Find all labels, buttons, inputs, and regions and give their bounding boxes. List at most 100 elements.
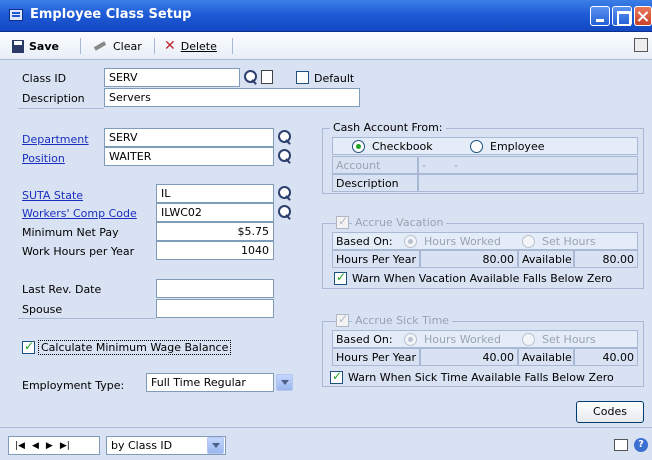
warn-sick-label: Warn When Sick Time Available Falls Belo… — [348, 371, 614, 384]
workers-comp-lookup-icon[interactable] — [277, 204, 293, 220]
vacation-available-field: 80.00 — [574, 250, 638, 268]
calc-min-wage-checkbox[interactable] — [22, 339, 35, 354]
last-record-icon[interactable]: ▶| — [60, 441, 70, 451]
warn-sick-checkbox[interactable] — [330, 369, 343, 384]
description-label: Description — [22, 92, 85, 105]
employee-radio[interactable] — [470, 140, 483, 153]
min-net-pay-label: Minimum Net Pay — [22, 226, 119, 239]
warn-vacation-checkbox[interactable] — [334, 270, 347, 285]
vacation-hours-worked-label: Hours Worked — [424, 235, 501, 248]
employee-label: Employee — [490, 140, 545, 153]
sick-available-field: 40.00 — [574, 348, 638, 366]
accrue-sick-time-checkbox[interactable] — [336, 312, 349, 327]
sick-set-hours-radio[interactable] — [522, 333, 535, 346]
department-field[interactable]: SERV — [104, 128, 274, 147]
employment-type-value: Full Time Regular — [151, 376, 246, 389]
window-app-icon — [9, 9, 23, 21]
account-description-label: Description — [332, 174, 418, 192]
divider — [18, 108, 104, 109]
codes-button[interactable]: Codes — [576, 401, 644, 423]
save-label: Save — [29, 39, 59, 53]
sick-hours-per-year-label: Hours Per Year — [332, 348, 420, 366]
employment-type-label: Employment Type: — [22, 379, 125, 392]
delete-x-icon: ✕ — [164, 38, 176, 54]
vacation-set-hours-label: Set Hours — [542, 235, 596, 248]
eraser-icon — [92, 41, 108, 51]
accrue-sick-time-title: Accrue Sick Time — [352, 314, 453, 327]
toolbar-separator — [232, 38, 233, 54]
first-record-icon[interactable]: |◀ — [15, 441, 25, 451]
sick-hours-per-year-field[interactable]: 40.00 — [420, 348, 518, 366]
workers-comp-field[interactable]: ILWC02 — [156, 203, 274, 222]
accrue-vacation-checkbox[interactable] — [336, 214, 349, 229]
save-icon — [12, 39, 24, 53]
class-id-lookup-icon[interactable] — [243, 69, 259, 85]
vacation-hours-per-year-label: Hours Per Year — [332, 250, 420, 268]
checkbook-radio[interactable] — [352, 140, 365, 153]
checkbook-label: Checkbook — [372, 140, 433, 153]
print-icon[interactable] — [634, 38, 648, 52]
vacation-based-on-label: Based On: — [336, 235, 393, 248]
toolbar: Save Clear ✕ Delete — [0, 32, 652, 60]
sick-hours-worked-radio[interactable] — [404, 333, 417, 346]
last-rev-date-label: Last Rev. Date — [22, 283, 102, 296]
employee-class-setup-window: Employee Class Setup Save Clear ✕ Delete… — [0, 0, 652, 460]
help-icon[interactable]: ? — [634, 438, 648, 452]
workers-comp-link[interactable]: Workers' Comp Code — [22, 207, 137, 220]
status-bar: |◀ ◀ ▶ ▶| by Class ID ? — [0, 427, 652, 460]
clear-label: Clear — [113, 39, 142, 53]
clear-button[interactable]: Clear — [92, 37, 142, 55]
note-icon[interactable] — [614, 439, 628, 451]
delete-label: Delete — [180, 39, 217, 53]
sort-by-value: by Class ID — [111, 439, 173, 452]
work-hours-label: Work Hours per Year — [22, 245, 135, 258]
cash-account-title: Cash Account From: — [330, 121, 446, 134]
toolbar-separator — [80, 38, 81, 54]
position-lookup-icon[interactable] — [277, 148, 293, 164]
save-button[interactable]: Save — [12, 37, 59, 55]
previous-record-icon[interactable]: ◀ — [32, 441, 39, 451]
spouse-label: Spouse — [22, 303, 63, 316]
vacation-available-label: Available — [518, 250, 574, 268]
divider — [18, 318, 156, 319]
record-navigator: |◀ ◀ ▶ ▶| — [8, 436, 100, 455]
window-title: Employee Class Setup — [30, 7, 192, 22]
default-checkbox[interactable] — [296, 71, 309, 84]
next-record-icon[interactable]: ▶ — [46, 441, 53, 451]
suta-state-field[interactable]: IL — [156, 184, 274, 203]
last-rev-date-field[interactable] — [156, 279, 274, 298]
work-hours-field[interactable]: 1040 — [156, 241, 274, 260]
account-field: - - — [418, 156, 638, 174]
class-id-label: Class ID — [22, 72, 67, 85]
chevron-down-icon[interactable] — [276, 374, 293, 391]
sick-set-hours-label: Set Hours — [542, 333, 596, 346]
description-field[interactable]: Servers — [104, 88, 360, 107]
spouse-field[interactable] — [156, 299, 274, 318]
position-link[interactable]: Position — [22, 152, 65, 165]
sick-hours-worked-label: Hours Worked — [424, 333, 501, 346]
vacation-hours-per-year-field[interactable]: 80.00 — [420, 250, 518, 268]
min-net-pay-field[interactable]: $5.75 — [156, 222, 274, 241]
main-pane: Class ID SERV Default Description Server… — [0, 61, 652, 427]
account-label: Account — [332, 156, 418, 174]
position-field[interactable]: WAITER — [104, 147, 274, 166]
department-link[interactable]: Department — [22, 133, 89, 146]
sick-available-label: Available — [518, 348, 574, 366]
chevron-down-icon[interactable] — [207, 437, 224, 454]
vacation-hours-worked-radio[interactable] — [404, 235, 417, 248]
employment-type-select[interactable]: Full Time Regular — [146, 373, 274, 392]
maximize-button[interactable] — [612, 6, 632, 26]
class-id-note-icon[interactable] — [261, 70, 273, 84]
minimize-button[interactable] — [590, 6, 610, 26]
warn-vacation-label: Warn When Vacation Available Falls Below… — [352, 272, 613, 285]
close-button[interactable] — [634, 6, 652, 26]
vacation-set-hours-radio[interactable] — [522, 235, 535, 248]
class-id-field[interactable]: SERV — [104, 68, 240, 87]
calc-min-wage-label: Calculate Minimum Wage Balance — [38, 340, 232, 355]
delete-button[interactable]: ✕ Delete — [164, 37, 217, 55]
suta-state-lookup-icon[interactable] — [277, 185, 293, 201]
account-description-field — [418, 174, 638, 192]
suta-state-link[interactable]: SUTA State — [22, 189, 83, 202]
sick-based-on-label: Based On: — [336, 333, 393, 346]
department-lookup-icon[interactable] — [277, 129, 293, 145]
